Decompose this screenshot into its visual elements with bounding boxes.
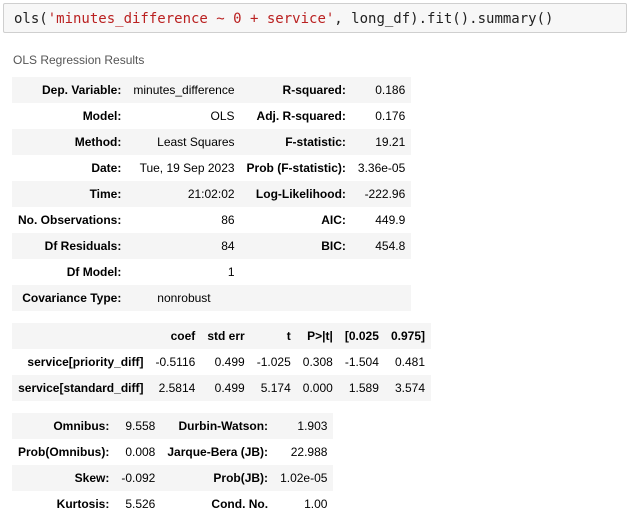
summary-value: 449.9: [375, 213, 406, 227]
coef-header: 0.975]: [384, 323, 431, 349]
coef-value: 0.000: [296, 375, 339, 401]
coef-value: 0.499: [201, 349, 251, 375]
summary-value: 0.186: [351, 77, 412, 103]
coef-header: coef: [149, 323, 202, 349]
coefficient-table: coef std err t P>|t| [0.025 0.975] service[pri…: [12, 323, 431, 401]
model-summary-table: Dep. Variable: minutes_difference R-square…: [12, 77, 412, 311]
summary-label: Adj. R-squared:: [256, 109, 346, 123]
diag-value: 1.903: [274, 413, 334, 439]
summary-row: Dep. Variable: minutes_difference R-square…: [12, 77, 412, 103]
diag-label: Omnibus:: [12, 413, 116, 439]
summary-row: Df Model: 1: [12, 259, 411, 285]
summary-value: Least Squares: [127, 129, 241, 155]
summary-value: 454.8: [351, 233, 412, 259]
summary-label: Method:: [12, 129, 128, 155]
summary-value: OLS: [210, 109, 235, 123]
summary-value: -222.96: [351, 181, 412, 207]
coef-value: 5.174: [250, 375, 297, 401]
code-input-cell[interactable]: ols('minutes_difference ~ 0 + service', …: [3, 3, 627, 33]
code-func: ols(: [14, 11, 48, 27]
coef-value: 1.589: [338, 375, 385, 401]
summary-label: Prob (F-statistic):: [246, 161, 346, 175]
summary-row: Df Residuals: 84 BIC: 454.8: [12, 233, 412, 259]
summary-label: Df Model:: [66, 265, 122, 279]
diag-label: Jarque-Bera (JB):: [167, 445, 269, 459]
summary-row: Time: 21:02:02 Log-Likelihood: -222.96: [12, 181, 412, 207]
summary-value: Tue, 19 Sep 2023: [139, 161, 235, 175]
diag-value: 5.526: [125, 497, 156, 511]
diag-row: Skew: -0.092 Prob(JB): 1.02e-05: [12, 465, 334, 491]
diag-row: Kurtosis: 5.526 Cond. No. 1.00: [12, 491, 333, 517]
diag-value: -0.092: [115, 465, 162, 491]
summary-value: 86: [221, 213, 235, 227]
summary-label: [240, 285, 352, 311]
summary-label: [241, 259, 352, 285]
summary-label: Df Residuals:: [12, 233, 128, 259]
summary-value: minutes_difference: [127, 77, 241, 103]
summary-value: 19.21: [351, 129, 412, 155]
summary-value: nonrobust: [127, 285, 241, 311]
diag-value: 0.008: [125, 445, 156, 459]
summary-label: BIC:: [240, 233, 352, 259]
summary-row: Method: Least Squares F-statistic: 19.21: [12, 129, 412, 155]
coef-header: P>|t|: [296, 323, 339, 349]
summary-label: Date:: [91, 161, 122, 175]
diag-value: 9.558: [115, 413, 162, 439]
diag-label: Durbin-Watson:: [161, 413, 275, 439]
coef-value: -0.5116: [149, 349, 202, 375]
coef-row: service[standard_diff] 2.5814 0.499 5.174 0.…: [12, 375, 431, 401]
coef-header: t: [250, 323, 297, 349]
diag-label: Prob(Omnibus):: [18, 445, 110, 459]
diag-value: 1.00: [304, 497, 328, 511]
diag-label: Cond. No.: [211, 497, 269, 511]
coef-value: -1.504: [338, 349, 385, 375]
summary-label: Time:: [12, 181, 128, 207]
diag-row: Prob(Omnibus): 0.008 Jarque-Bera (JB): 22.9…: [12, 439, 333, 465]
coef-header-row: coef std err t P>|t| [0.025 0.975]: [12, 323, 431, 349]
summary-label: Model:: [82, 109, 122, 123]
summary-value: 1: [227, 265, 235, 279]
summary-label: Covariance Type:: [12, 285, 128, 311]
summary-label: AIC:: [321, 213, 346, 227]
output-title: OLS Regression Results: [13, 53, 145, 67]
summary-row: Model: OLS Adj. R-squared: 0.176: [12, 103, 411, 129]
diag-label: Prob(JB):: [161, 465, 275, 491]
coef-header: [12, 323, 150, 349]
code-rest: , long_df).fit().summary(): [334, 11, 554, 27]
coef-term: service[priority_diff]: [12, 349, 150, 375]
diag-value: 22.988: [290, 445, 328, 459]
summary-label: R-squared:: [240, 77, 352, 103]
coef-row: service[priority_diff] -0.5116 0.499 -1.025…: [12, 349, 431, 375]
summary-value: [352, 259, 411, 285]
diag-value: 1.02e-05: [274, 465, 334, 491]
summary-value: 3.36e-05: [357, 161, 406, 175]
diag-row: Omnibus: 9.558 Durbin-Watson: 1.903: [12, 413, 334, 439]
summary-value: 84: [127, 233, 241, 259]
coef-header: [0.025: [338, 323, 385, 349]
coef-value: 0.308: [296, 349, 339, 375]
summary-label: Log-Likelihood:: [240, 181, 352, 207]
summary-value: 21:02:02: [127, 181, 241, 207]
coef-value: -1.025: [250, 349, 297, 375]
diagnostics-table: Omnibus: 9.558 Durbin-Watson: 1.903 Prob(Omn…: [12, 413, 334, 517]
summary-row: Covariance Type: nonrobust: [12, 285, 412, 311]
summary-value: [351, 285, 412, 311]
diag-label: Skew:: [12, 465, 116, 491]
coef-value: 0.481: [384, 349, 431, 375]
summary-row: No. Observations: 86 AIC: 449.9: [12, 207, 411, 233]
coef-value: 3.574: [384, 375, 431, 401]
coef-term: service[standard_diff]: [12, 375, 150, 401]
coef-value: 0.499: [201, 375, 251, 401]
summary-label: F-statistic:: [240, 129, 352, 155]
coef-value: 2.5814: [149, 375, 202, 401]
summary-row: Date: Tue, 19 Sep 2023 Prob (F-statistic):…: [12, 155, 411, 181]
code-formula-string: 'minutes_difference ~ 0 + service': [47, 11, 335, 27]
coef-header: std err: [201, 323, 251, 349]
summary-value: 0.176: [375, 109, 406, 123]
summary-label: Dep. Variable:: [12, 77, 128, 103]
diag-label: Kurtosis:: [56, 497, 110, 511]
summary-label: No. Observations:: [18, 213, 122, 227]
